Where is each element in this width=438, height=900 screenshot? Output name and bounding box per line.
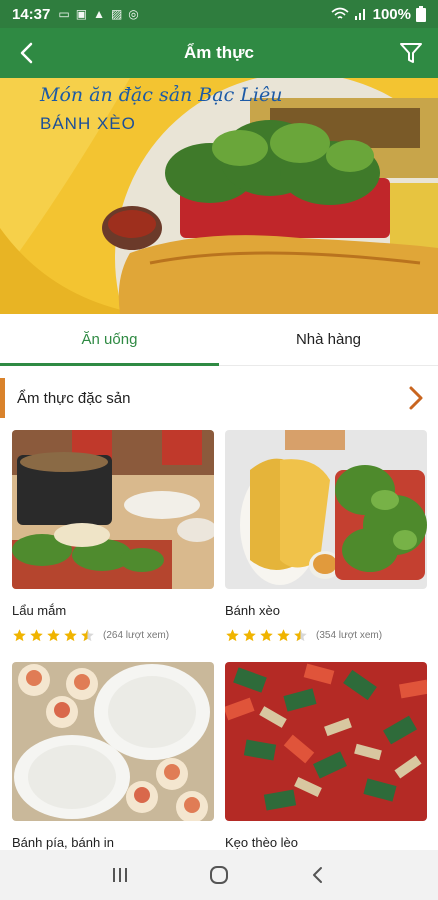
back-arrow-icon[interactable]: [14, 39, 42, 67]
food-card-lau-mam[interactable]: Lẩu mắm (264 lượt xem): [12, 430, 214, 643]
gallery-notification-icon: ▣: [75, 7, 88, 21]
battery-level: 100%: [372, 5, 411, 23]
featured-banner[interactable]: Món ăn đặc sản Bạc Liêu BÁNH XÈO: [0, 78, 438, 314]
star-full-icon: [64, 629, 77, 642]
star-full-icon: [13, 629, 26, 642]
back-icon[interactable]: [306, 863, 330, 887]
star-full-icon: [226, 629, 239, 642]
tab-nha-hang[interactable]: Nhà hàng: [219, 314, 438, 365]
home-icon[interactable]: [207, 863, 231, 887]
banner-script-title: Món ăn đặc sản Bạc Liêu: [40, 84, 283, 106]
food-name: Kẹo thèo lèo: [225, 835, 299, 850]
food-card-banh-xeo[interactable]: Bánh xèo (354 lượt xem): [225, 430, 427, 643]
star-half-icon: [294, 629, 307, 642]
food-card-keo-theo-leo[interactable]: Kẹo thèo lèo: [225, 662, 427, 850]
signal-icon: [354, 9, 365, 20]
section-title: Ẩm thực đặc sản: [17, 389, 131, 407]
view-count: (354 lượt xem): [316, 630, 383, 641]
chevron-right-icon[interactable]: [404, 384, 428, 412]
rating: (264 lượt xem): [12, 628, 214, 643]
food-card-banh-pia[interactable]: Bánh pía, bánh in: [12, 662, 214, 850]
food-name: Lẩu mắm: [12, 603, 67, 618]
banner-dish-name: BÁNH XÈO: [40, 114, 136, 133]
status-time: 14:37: [12, 5, 51, 23]
battery-icon: [416, 6, 426, 22]
food-photo: [225, 662, 427, 821]
star-full-icon: [277, 629, 290, 642]
food-name: Bánh pía, bánh in: [12, 835, 114, 850]
image-notification-icon: ▨: [110, 7, 123, 21]
wifi-icon: [331, 7, 349, 19]
status-bar: 14:37 ▭ ▣ ▲ ▨ ◎ 100%: [0, 0, 438, 28]
star-full-icon: [47, 629, 60, 642]
location-notification-icon: ◎: [128, 7, 139, 21]
star-full-icon: [243, 629, 256, 642]
system-navigation-bar: [0, 850, 438, 900]
star-full-icon: [30, 629, 43, 642]
view-count: (264 lượt xem): [103, 630, 170, 641]
tab-bar: Ăn uống Nhà hàng: [0, 314, 438, 366]
filter-icon[interactable]: [398, 40, 424, 66]
food-name: Bánh xèo: [225, 603, 280, 618]
app-bar: Ẩm thực: [0, 28, 438, 78]
food-photo: [12, 662, 214, 821]
notification-icon: ▭: [58, 7, 70, 21]
warning-notification-icon: ▲: [93, 7, 105, 21]
rating: (354 lượt xem): [225, 628, 427, 643]
tab-an-uong[interactable]: Ăn uống: [0, 314, 219, 366]
food-photo: [225, 430, 427, 589]
recent-apps-icon[interactable]: [108, 863, 132, 887]
food-photo: [12, 430, 214, 589]
section-header[interactable]: Ẩm thực đặc sản: [0, 378, 438, 418]
page-title: Ẩm thực: [184, 43, 254, 62]
star-half-icon: [81, 629, 94, 642]
section-accent-bar: [0, 378, 5, 418]
star-full-icon: [260, 629, 273, 642]
